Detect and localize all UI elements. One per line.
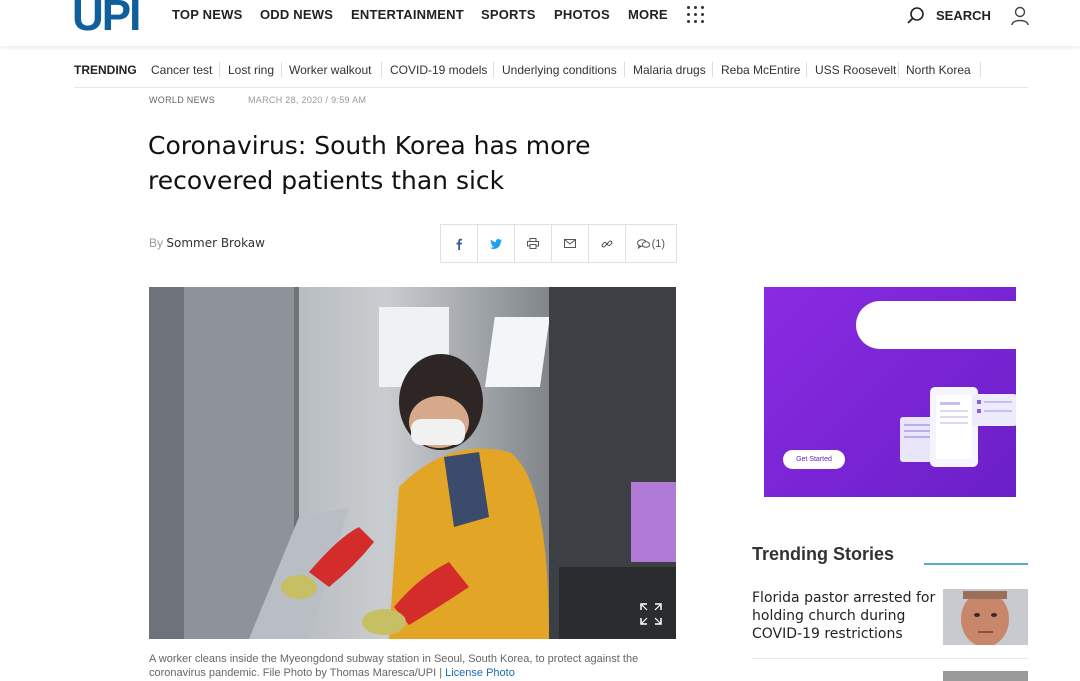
nav-more[interactable]: MORE — [628, 7, 668, 22]
divider — [752, 658, 1028, 659]
divider — [806, 62, 807, 77]
trending-label: TRENDING — [74, 63, 137, 77]
photo-caption: A worker cleans inside the Myeongdond su… — [149, 652, 679, 680]
share-twitter-button[interactable] — [478, 225, 515, 262]
trending-story-link[interactable]: Florida pastor arrested for holding chur… — [752, 589, 937, 643]
trending-link[interactable]: North Korea — [906, 63, 971, 77]
caption-text: A worker cleans inside the Myeongdond su… — [149, 653, 639, 679]
upi-logo[interactable]: UPI — [72, 0, 141, 38]
divider — [712, 62, 713, 77]
grid-menu-icon[interactable] — [687, 6, 705, 24]
article-category[interactable]: WORLD NEWS — [149, 95, 215, 105]
ad-decoration — [856, 301, 1016, 349]
get-started-button[interactable]: Get Started — [783, 450, 845, 469]
divider — [898, 62, 899, 77]
byline: By Sommer Brokaw — [149, 236, 265, 250]
divider — [493, 62, 494, 77]
divider — [980, 62, 981, 77]
trending-link[interactable]: Malaria drugs — [633, 63, 706, 77]
license-photo-link[interactable]: License Photo — [445, 667, 515, 679]
comment-icon — [636, 238, 650, 249]
trending-stories-heading: Trending Stories — [752, 544, 895, 564]
byline-prefix: By — [149, 236, 164, 250]
search-icon[interactable] — [906, 6, 926, 26]
trending-link[interactable]: COVID-19 models — [390, 63, 487, 77]
nav-odd-news[interactable]: ODD NEWS — [260, 7, 333, 22]
divider — [281, 62, 282, 77]
comments-button[interactable]: (1) — [626, 225, 676, 262]
trending-link[interactable]: USS Roosevelt — [815, 63, 896, 77]
divider — [381, 62, 382, 77]
link-icon — [601, 240, 613, 247]
share-facebook-button[interactable] — [441, 225, 478, 262]
nav-sports[interactable]: SPORTS — [481, 7, 536, 22]
facebook-icon — [456, 238, 462, 250]
nav-photos[interactable]: PHOTOS — [554, 7, 610, 22]
nav-entertainment[interactable]: ENTERTAINMENT — [351, 7, 464, 22]
trending-link[interactable]: Lost ring — [228, 63, 274, 77]
print-button[interactable] — [515, 225, 552, 262]
search-button[interactable]: SEARCH — [936, 8, 991, 23]
mugshot-image — [943, 589, 1028, 645]
trending-story-thumbnail[interactable] — [943, 589, 1028, 645]
trending-link[interactable]: Underlying conditions — [502, 63, 617, 77]
trending-link[interactable]: Cancer test — [151, 63, 212, 77]
user-icon[interactable] — [1010, 5, 1030, 27]
article-headline: Coronavirus: South Korea has more recove… — [148, 131, 591, 195]
print-icon — [526, 238, 539, 249]
divider — [219, 62, 220, 77]
site-header: UPI TOP NEWS ODD NEWS ENTERTAINMENT SPOR… — [0, 0, 1080, 46]
trending-story-thumbnail[interactable] — [943, 671, 1028, 681]
author-name[interactable]: Sommer Brokaw — [166, 236, 265, 250]
divider — [624, 62, 625, 77]
divider — [74, 87, 1028, 88]
nav-top-news[interactable]: TOP NEWS — [172, 7, 242, 22]
expand-icon[interactable] — [640, 603, 662, 625]
ad-illustration — [900, 387, 1016, 467]
subway-worker-photo — [149, 287, 676, 639]
divider — [924, 563, 1028, 565]
article-photo[interactable] — [149, 287, 676, 639]
trending-link[interactable]: Worker walkout — [289, 63, 371, 77]
email-icon — [563, 239, 576, 248]
article-timestamp: MARCH 28, 2020 / 9:59 AM — [248, 95, 367, 105]
email-button[interactable] — [552, 225, 589, 262]
twitter-icon — [489, 238, 502, 249]
copy-link-button[interactable] — [589, 225, 626, 262]
share-bar: (1) — [440, 224, 677, 263]
advertisement[interactable]: Get Started — [764, 287, 1016, 497]
trending-link[interactable]: Reba McEntire — [721, 63, 800, 77]
comments-count: (1) — [651, 237, 666, 250]
